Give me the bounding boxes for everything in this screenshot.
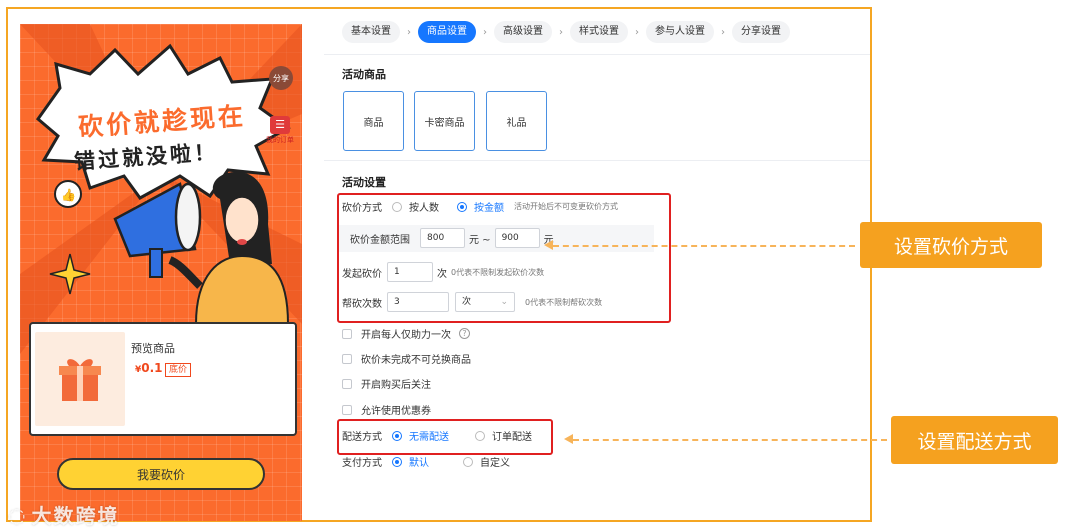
payment-custom[interactable]: 自定义 xyxy=(463,454,510,469)
settings-panel: 基本设置 › 商品设置 › 高级设置 › 样式设置 › 参与人设置 › 分享设置… xyxy=(324,9,870,520)
payment-label: 支付方式 xyxy=(342,458,382,469)
checkbox-icon xyxy=(342,353,352,364)
option-label: 自定义 xyxy=(480,458,510,469)
question-icon[interactable]: ? xyxy=(459,328,470,339)
activity-section-title: 活动设置 xyxy=(342,176,386,189)
checkbox-label: 允许使用优惠券 xyxy=(361,406,431,417)
comic-burst-illustration: 👍 xyxy=(20,24,302,354)
gift-box-icon xyxy=(59,359,101,401)
goods-section-title: 活动商品 xyxy=(342,68,386,81)
step-share[interactable]: 分享设置 xyxy=(732,21,790,43)
chevron-right-icon: › xyxy=(721,26,725,38)
chevron-right-icon: › xyxy=(407,26,411,38)
radio-icon xyxy=(463,456,473,467)
screenshot-stage: 👍 分享 ☰ 我的订单 砍价就趁现在 错过就没啦！ 预览商品 ¥0.1 底价 我… xyxy=(0,0,1080,532)
price-value: 0.1 xyxy=(141,361,163,375)
phone-preview: 👍 分享 ☰ 我的订单 砍价就趁现在 错过就没啦！ xyxy=(20,24,302,521)
checkbox-once-per-person[interactable]: 开启每人仅助力一次 ? xyxy=(342,326,470,341)
bargain-button[interactable]: 我要砍价 xyxy=(57,458,265,490)
step-participants[interactable]: 参与人设置 xyxy=(646,21,714,43)
goods-type-card-code[interactable]: 卡密商品 xyxy=(414,91,475,151)
watermark-logo-icon: ◌ xyxy=(8,502,28,527)
dashed-leader-line xyxy=(573,439,887,441)
checkbox-icon xyxy=(342,404,352,415)
goods-type-gift[interactable]: 礼品 xyxy=(486,91,547,151)
price-tag: 底价 xyxy=(165,363,192,377)
step-goods[interactable]: 商品设置 xyxy=(418,21,476,43)
share-button[interactable]: 分享 xyxy=(269,66,293,90)
payment-default[interactable]: 默认 xyxy=(392,454,429,469)
radio-selected-icon xyxy=(392,456,402,467)
checkbox-label: 开启购买后关注 xyxy=(361,380,431,391)
watermark: ◌ 大数跨境 xyxy=(8,500,119,529)
checkbox-label: 开启每人仅助力一次 xyxy=(361,330,451,341)
payment-row: 支付方式 默认 自定义 xyxy=(342,454,528,469)
checkbox-no-redeem-unfinished[interactable]: 砍价未完成不可兑换商品 xyxy=(342,351,471,366)
divider xyxy=(324,160,870,161)
svg-text:👍: 👍 xyxy=(61,188,76,202)
checkbox-icon xyxy=(342,378,352,389)
step-navigation: 基本设置 › 商品设置 › 高级设置 › 样式设置 › 参与人设置 › 分享设置 xyxy=(342,21,790,43)
preview-product-card[interactable]: 预览商品 ¥0.1 底价 xyxy=(29,322,297,436)
checkbox-label: 砍价未完成不可兑换商品 xyxy=(361,355,471,366)
chevron-right-icon: › xyxy=(559,26,563,38)
divider xyxy=(324,54,870,55)
goods-type-product[interactable]: 商品 xyxy=(343,91,404,151)
product-name: 预览商品 xyxy=(131,342,175,355)
dashed-leader-line xyxy=(553,245,855,247)
step-style[interactable]: 样式设置 xyxy=(570,21,628,43)
chevron-right-icon: › xyxy=(483,26,487,38)
arrowhead-icon xyxy=(564,434,573,444)
arrowhead-icon xyxy=(544,240,553,250)
option-label: 默认 xyxy=(409,458,429,469)
checkbox-icon xyxy=(342,328,352,339)
order-list-icon: ☰ xyxy=(270,116,290,134)
bargain-settings-highlight xyxy=(337,193,671,323)
step-advanced[interactable]: 高级设置 xyxy=(494,21,552,43)
step-basic[interactable]: 基本设置 xyxy=(342,21,400,43)
product-price: ¥0.1 xyxy=(135,361,163,375)
my-orders-button[interactable]: ☰ 我的订单 xyxy=(266,116,294,146)
my-orders-label: 我的订单 xyxy=(266,136,294,144)
delivery-callout: 设置配送方式 xyxy=(891,416,1058,464)
bargain-mode-callout: 设置砍价方式 xyxy=(860,222,1042,268)
checkbox-follow-after-purchase[interactable]: 开启购买后关注 xyxy=(342,376,431,391)
gift-image xyxy=(35,332,125,426)
delivery-highlight xyxy=(337,419,553,455)
watermark-text: 大数跨境 xyxy=(31,504,120,528)
checkbox-allow-coupon[interactable]: 允许使用优惠券 xyxy=(342,402,431,417)
chevron-right-icon: › xyxy=(635,26,639,38)
